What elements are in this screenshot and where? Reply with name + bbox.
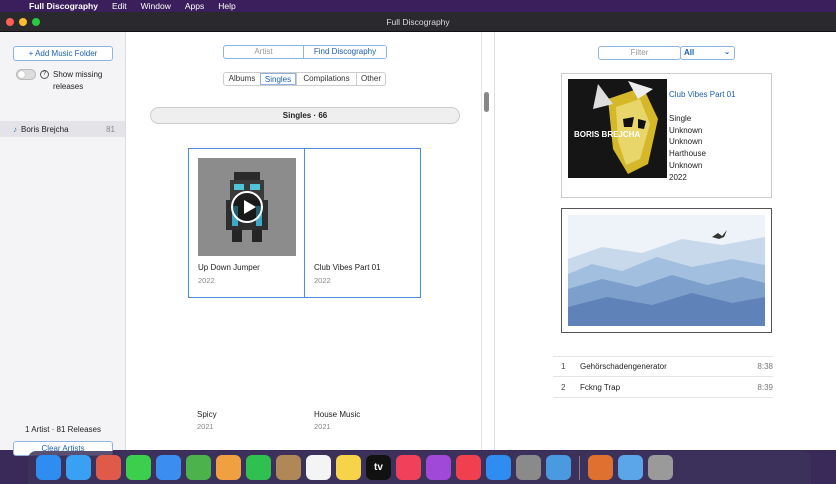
section-header: Singles · 66: [150, 107, 460, 124]
release-field-5: Unknown: [669, 160, 703, 170]
music-icon[interactable]: [396, 455, 421, 480]
disk-utility-icon[interactable]: [588, 455, 613, 480]
tab-other[interactable]: Other: [356, 73, 385, 85]
selected-release-title[interactable]: Club Vibes Part 01: [669, 89, 736, 101]
track-number: 1: [561, 362, 566, 371]
window-title: Full Discography: [386, 16, 450, 27]
window-controls: [6, 18, 40, 26]
release-type-segmented-control: Albums Singles Compilations Other: [223, 72, 386, 86]
track-number: 2: [561, 383, 566, 392]
title-bar: Full Discography: [0, 12, 836, 32]
artist-release-count: 81: [106, 124, 115, 134]
track-duration: 8:38: [757, 362, 773, 371]
artwork-image: [561, 208, 772, 333]
filter-select[interactable]: All ⌄: [680, 46, 735, 60]
chevron-down-icon: ⌄: [724, 49, 730, 56]
release-info-card: BORIS BREJCHA Club Vibes Part 01 Single …: [561, 73, 772, 198]
release-field-2: Unknown: [669, 125, 703, 135]
show-missing-row: ? Show missing releases: [16, 69, 117, 93]
panel-divider: [481, 32, 482, 450]
sidebar: + Add Music Folder ? Show missing releas…: [0, 32, 126, 456]
notes-icon[interactable]: [336, 455, 361, 480]
dock: tv: [28, 451, 811, 484]
release-type: Single: [669, 113, 692, 123]
minimize-button[interactable]: [19, 18, 27, 26]
release-label: Harthouse: [669, 149, 706, 159]
mountain-landscape-image: [568, 215, 765, 326]
system-preferences-icon[interactable]: [516, 455, 541, 480]
filter-input[interactable]: Filter: [598, 46, 681, 60]
mail-icon[interactable]: [156, 455, 181, 480]
release-year: 2022: [669, 172, 687, 182]
play-icon[interactable]: [231, 191, 263, 223]
release-year: 2021: [314, 422, 331, 431]
folder-icon[interactable]: [618, 455, 643, 480]
safari-icon[interactable]: [66, 455, 91, 480]
release-title: Club Vibes Part 01: [314, 263, 381, 272]
masked-face-art: BORIS BREJCHA: [568, 79, 667, 178]
full-discography-icon[interactable]: [546, 455, 571, 480]
finder-icon[interactable]: [36, 455, 61, 480]
help-icon[interactable]: ?: [40, 70, 49, 79]
trash-icon[interactable]: [648, 455, 673, 480]
menu-apps[interactable]: Apps: [178, 1, 211, 11]
menu-app-name[interactable]: Full Discography: [22, 1, 105, 11]
show-missing-label: Show missing releases: [53, 70, 103, 91]
menu-help[interactable]: Help: [211, 1, 242, 11]
photos-icon[interactable]: [216, 455, 241, 480]
track-row[interactable]: 2 Fckng Trap 8:39: [553, 378, 773, 398]
track-row[interactable]: 1 Gehörschadengenerator 8:38: [553, 357, 773, 377]
release-field-3: Unknown: [669, 137, 703, 147]
release-year: 2021: [197, 422, 214, 431]
release-title[interactable]: Spicy: [197, 410, 217, 419]
album-cover: BORIS BREJCHA: [568, 79, 667, 178]
menu-window[interactable]: Window: [134, 1, 178, 11]
cover-text: BORIS BREJCHA: [574, 130, 640, 139]
tv-icon[interactable]: tv: [366, 455, 391, 480]
detail-panel: Filter All ⌄ BORIS BREJCHA Club Vibes Pa…: [494, 32, 836, 450]
track-title: Gehörschadengenerator: [580, 362, 667, 371]
filter-select-value: All: [684, 48, 695, 57]
tab-artist[interactable]: Artist: [224, 46, 303, 58]
release-card[interactable]: Club Vibes Part 01 2022: [304, 148, 421, 298]
tab-singles[interactable]: Singles: [260, 73, 296, 85]
release-details: Club Vibes Part 01 Single Unknown Unknow…: [669, 89, 736, 184]
close-button[interactable]: [6, 18, 14, 26]
release-card[interactable]: Up Down Jumper 2022: [188, 148, 305, 298]
release-year: 2022: [314, 276, 331, 285]
sidebar-item-artist[interactable]: ♪ Boris Brejcha 81: [0, 121, 125, 137]
add-music-folder-button[interactable]: + Add Music Folder: [13, 46, 113, 61]
mode-segmented-control: Artist Find Discography: [223, 45, 387, 59]
album-cover: [198, 158, 296, 256]
maps-icon[interactable]: [186, 455, 211, 480]
tab-albums[interactable]: Albums: [224, 73, 260, 85]
news-icon[interactable]: [456, 455, 481, 480]
launchpad-icon[interactable]: [96, 455, 121, 480]
app-window: Full Discography + Add Music Folder ? Sh…: [0, 12, 836, 456]
release-title: Up Down Jumper: [198, 263, 260, 272]
menu-bar: Full Discography Edit Window Apps Help ⇅…: [0, 0, 836, 438]
facetime-icon[interactable]: [246, 455, 271, 480]
releases-panel: Artist Find Discography Albums Singles C…: [127, 32, 493, 450]
track-title: Fckng Trap: [580, 383, 621, 392]
messages-icon[interactable]: [126, 455, 151, 480]
artist-name: Boris Brejcha: [21, 124, 69, 134]
scrollbar-thumb[interactable]: [484, 92, 489, 112]
music-note-icon: ♪: [13, 124, 17, 134]
zoom-button[interactable]: [32, 18, 40, 26]
release-year: 2022: [198, 276, 215, 285]
menu-edit[interactable]: Edit: [105, 1, 134, 11]
contacts-icon[interactable]: [276, 455, 301, 480]
podcasts-icon[interactable]: [426, 455, 451, 480]
track-duration: 8:39: [757, 383, 773, 392]
show-missing-toggle[interactable]: [16, 69, 36, 80]
artist-summary: 1 Artist · 81 Releases: [24, 425, 102, 434]
app-store-icon[interactable]: [486, 455, 511, 480]
dock-separator: [579, 455, 580, 480]
reminders-icon[interactable]: [306, 455, 331, 480]
tab-find-discography[interactable]: Find Discography: [303, 46, 386, 58]
tab-compilations[interactable]: Compilations: [296, 73, 356, 85]
release-title[interactable]: House Music: [314, 410, 360, 419]
